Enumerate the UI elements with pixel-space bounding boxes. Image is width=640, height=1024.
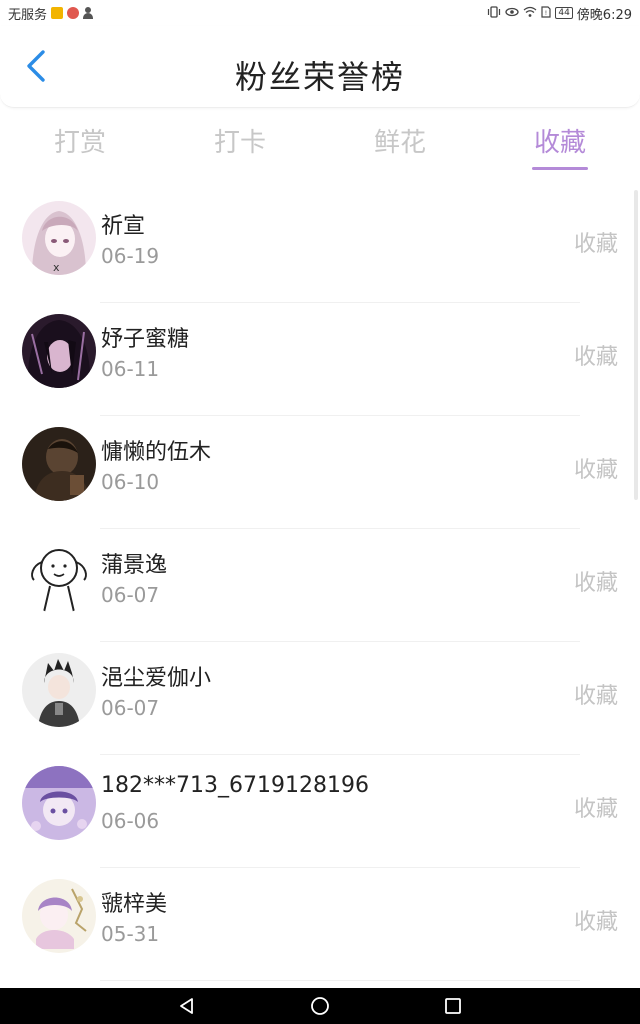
fan-name: 妤子蜜糖 xyxy=(101,327,190,352)
tab-favorites[interactable]: 收藏 xyxy=(480,118,640,174)
favorite-label: 收藏 xyxy=(573,910,618,935)
svg-text:!: ! xyxy=(545,10,547,17)
list-item[interactable]: 妤子蜜糖 06-11 收藏 xyxy=(0,303,640,416)
fan-date: 05-31 xyxy=(101,922,160,946)
list-item[interactable]: 慵懒的伍木 06-10 收藏 xyxy=(0,416,640,529)
wifi-icon xyxy=(523,6,537,20)
scrollbar[interactable] xyxy=(634,190,638,500)
fan-name: 祈宣 xyxy=(101,214,146,239)
avatar[interactable] xyxy=(22,427,96,501)
status-bar: 无服务 ! 44 傍晚6:29 xyxy=(0,0,640,26)
nav-recents-button[interactable] xyxy=(433,988,473,1024)
carrier-text: 无服务 xyxy=(8,7,48,23)
sim-icon: ! xyxy=(541,6,551,20)
list-item[interactable]: 浥尘爱伽小 06-07 收藏 xyxy=(0,642,640,755)
avatar[interactable] xyxy=(22,879,96,953)
system-nav-bar xyxy=(0,988,640,1024)
favorite-label: 收藏 xyxy=(573,797,618,822)
message-notification-icon xyxy=(67,7,80,19)
fan-date: 06-19 xyxy=(101,244,160,268)
fan-date: 06-07 xyxy=(101,583,160,607)
fan-name: 蒲景逸 xyxy=(101,553,168,578)
favorite-label: 收藏 xyxy=(573,345,618,370)
status-right: ! 44 傍晚6:29 xyxy=(487,4,632,23)
favorite-label: 收藏 xyxy=(573,571,618,596)
list-item[interactable]: 虢梓美 05-31 收藏 xyxy=(0,868,640,981)
app-notification-icon xyxy=(51,7,64,19)
avatar[interactable] xyxy=(22,766,96,840)
fan-date: 06-11 xyxy=(101,357,160,381)
list-item[interactable]: 蒲景逸 06-07 收藏 xyxy=(0,529,640,642)
favorite-label: 收藏 xyxy=(573,684,618,709)
circle-home-icon xyxy=(311,997,329,1015)
vibrate-icon xyxy=(487,6,501,20)
list-item[interactable]: x 祈宣 06-19 收藏 xyxy=(0,190,640,303)
avatar[interactable]: x xyxy=(22,201,96,275)
header-bar: 粉丝荣誉榜 xyxy=(0,26,640,108)
fan-list: x 祈宣 06-19 收藏 妤子蜜糖 06-11 收藏 慵懒的伍木 06-10 … xyxy=(0,190,640,981)
favorite-label: 收藏 xyxy=(573,232,618,257)
fan-date: 06-06 xyxy=(101,809,160,833)
status-left: 无服务 xyxy=(8,4,94,23)
tab-checkin[interactable]: 打卡 xyxy=(160,118,320,174)
tab-reward[interactable]: 打赏 xyxy=(0,118,160,174)
avatar[interactable] xyxy=(22,540,96,614)
battery-indicator: 44 xyxy=(555,7,573,19)
fan-name: 182***713_6719128196 xyxy=(101,773,369,798)
eye-icon xyxy=(505,6,519,20)
nav-home-button[interactable] xyxy=(300,988,340,1024)
app-screen: 无服务 ! 44 傍晚6:29 粉丝荣誉榜 打赏 打卡 鲜花 收藏 x 祈宣 0… xyxy=(0,0,640,1024)
fan-name: 慵懒的伍木 xyxy=(101,440,212,465)
fan-name: 浥尘爱伽小 xyxy=(101,666,212,691)
fan-date: 06-10 xyxy=(101,470,160,494)
page-title: 粉丝荣誉榜 xyxy=(234,58,405,96)
tab-bar: 打赏 打卡 鲜花 收藏 xyxy=(0,118,640,174)
avatar[interactable] xyxy=(22,653,96,727)
fan-date: 06-07 xyxy=(101,696,160,720)
tab-flowers[interactable]: 鲜花 xyxy=(320,118,480,174)
fan-name: 虢梓美 xyxy=(101,892,168,917)
nav-back-button[interactable] xyxy=(167,988,207,1024)
avatar[interactable] xyxy=(22,314,96,388)
person-icon xyxy=(83,7,94,19)
list-item[interactable]: 182***713_6719128196 06-06 收藏 xyxy=(0,755,640,868)
svg-text:x: x xyxy=(53,261,60,274)
triangle-back-icon xyxy=(179,998,193,1014)
clock-text: 傍晚6:29 xyxy=(576,7,632,23)
square-recents-icon xyxy=(445,998,462,1014)
favorite-label: 收藏 xyxy=(573,458,618,483)
